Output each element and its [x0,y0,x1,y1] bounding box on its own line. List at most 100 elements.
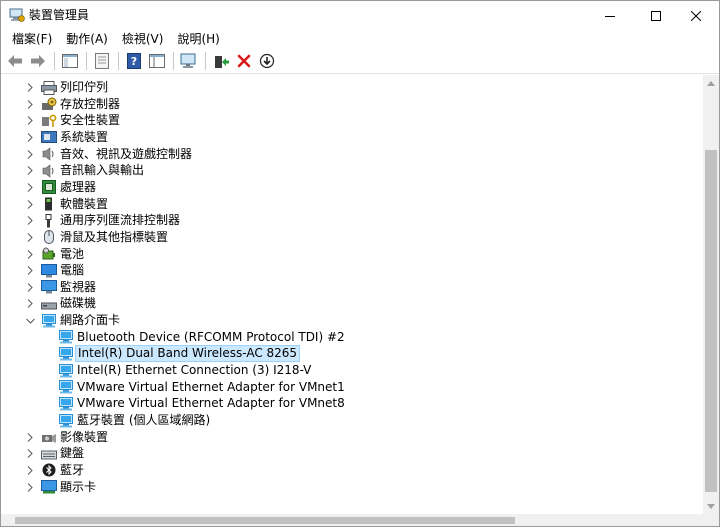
tree-item-label: 電池 [60,246,85,261]
tree-category[interactable]: 電腦 [1,262,701,279]
tree-category[interactable]: 網路介面卡 [1,312,701,329]
show-hide-tree-button[interactable] [60,51,80,71]
scan-hardware-button[interactable] [179,51,199,71]
back-button[interactable] [5,51,25,71]
tree-category[interactable]: 系統裝置 [1,129,701,146]
tree-item-label: VMware Virtual Ethernet Adapter for VMne… [77,379,345,394]
tree-device[interactable]: 藍牙裝置 (個人區域網路) [1,412,701,429]
scroll-up-icon[interactable] [703,75,719,91]
show-hide-tree-icon [62,54,78,68]
chevron-down-icon[interactable] [24,312,36,329]
help-icon: ? [127,53,141,69]
tree-item-label: 網路介面卡 [60,313,121,328]
tree-category[interactable]: 安全性裝置 [1,112,701,129]
tree-item-label: Bluetooth Device (RFCOMM Protocol TDI) #… [77,329,345,344]
chevron-right-icon[interactable] [24,96,36,113]
usb-icon [41,212,57,229]
chevron-right-icon[interactable] [24,246,36,263]
chevron-right-icon[interactable] [24,295,36,312]
forward-button[interactable] [28,51,48,71]
chevron-right-icon[interactable] [24,162,36,179]
tree-category[interactable]: 藍牙 [1,462,701,479]
menu-view[interactable]: 檢視(V) [115,30,171,49]
view-button[interactable] [147,51,167,71]
tree-category[interactable]: 影像裝置 [1,429,701,446]
tree-item-label: 音訊輸入與輸出 [60,163,145,178]
tree-item-label: 藍牙裝置 (個人區域網路) [77,413,211,427]
chevron-right-icon[interactable] [24,129,36,146]
tree-category[interactable]: 電池 [1,246,701,263]
tree-category[interactable]: 列印佇列 [1,79,701,96]
back-arrow-icon [8,55,22,67]
tree-category[interactable]: 磁碟機 [1,295,701,312]
speaker-icon [41,146,57,163]
tree-category[interactable]: 音訊輸入與輸出 [1,162,701,179]
uninstall-icon [237,54,251,68]
chevron-right-icon[interactable] [24,79,36,96]
device-tree[interactable]: 列印佇列 存放控制器安全性裝置 系統裝置 音效、視訊及遊戲控制器 音訊輸入與輸出 處理器軟… [1,75,703,514]
toolbar-separator [205,52,206,70]
tree-item-label: 磁碟機 [60,296,97,311]
chevron-right-icon[interactable] [24,179,36,196]
menu-action[interactable]: 動作(A) [59,30,115,49]
close-icon [691,10,701,21]
scrollbar-corner [703,514,719,526]
network-adapter-icon [58,412,74,429]
chevron-right-icon[interactable] [24,112,36,129]
tree-item-label: 安全性裝置 [60,113,121,128]
help-button[interactable]: ? [124,51,144,71]
keyboard-icon [41,445,57,462]
update-driver-button[interactable] [211,51,231,71]
horizontal-scroll-thumb[interactable] [15,517,515,524]
close-button[interactable] [673,1,719,30]
chevron-right-icon[interactable] [24,212,36,229]
tree-category[interactable]: 鍵盤 [1,445,701,462]
tree-item-label: 監視器 [60,279,97,294]
tree-item-label: 鍵盤 [60,446,85,461]
tree-device[interactable]: Bluetooth Device (RFCOMM Protocol TDI) #… [1,329,701,346]
chevron-right-icon[interactable] [24,479,36,496]
menu-help[interactable]: 說明(H) [170,30,226,49]
chevron-right-icon[interactable] [24,196,36,213]
computer-icon [41,262,57,279]
disable-device-button[interactable] [257,51,277,71]
chevron-right-icon[interactable] [24,279,36,296]
forward-arrow-icon [31,55,45,67]
tree-category[interactable]: 監視器 [1,279,701,296]
tree-category[interactable]: 音效、視訊及遊戲控制器 [1,146,701,163]
tree-category[interactable]: 存放控制器 [1,96,701,113]
uninstall-button[interactable] [234,51,254,71]
tree-device[interactable]: Intel(R) Ethernet Connection (3) I218-V [1,362,701,379]
chevron-right-icon[interactable] [24,229,36,246]
tree-item-label: 滑鼠及其他指標裝置 [60,229,169,244]
menu-bar: 檔案(F) 動作(A) 檢視(V) 說明(H) [1,30,719,49]
network-adapter-icon [58,362,74,379]
tree-category[interactable]: 處理器 [1,179,701,196]
printer-icon [41,79,57,96]
tree-category[interactable]: 通用序列匯流排控制器 [1,212,701,229]
scroll-down-icon[interactable] [703,498,719,514]
vertical-scroll-thumb[interactable] [705,150,717,492]
tree-device[interactable]: Intel(R) Dual Band Wireless-AC 8265 [1,345,701,363]
tree-device[interactable]: VMware Virtual Ethernet Adapter for VMne… [1,395,701,412]
chevron-right-icon[interactable] [24,462,36,479]
tree-device[interactable]: VMware Virtual Ethernet Adapter for VMne… [1,379,701,396]
tree-item-label: Intel(R) Dual Band Wireless-AC 8265 [75,345,301,363]
scan-hardware-icon [180,53,196,68]
tree-item-label: 存放控制器 [60,96,121,111]
tree-category[interactable]: 顯示卡 [1,479,701,496]
menu-file[interactable]: 檔案(F) [5,30,59,49]
device-manager-icon [9,8,25,23]
title-bar[interactable]: 裝置管理員 [1,1,719,30]
chevron-right-icon[interactable] [24,445,36,462]
tree-category[interactable]: 軟體裝置 [1,196,701,213]
tree-category[interactable]: 滑鼠及其他指標裝置 [1,229,701,246]
vertical-scrollbar[interactable] [703,75,719,514]
chevron-right-icon[interactable] [24,429,36,446]
properties-button[interactable] [92,51,112,71]
chevron-right-icon[interactable] [24,262,36,279]
horizontal-scrollbar[interactable] [1,514,703,526]
toolbar-separator [86,52,87,70]
chevron-right-icon[interactable] [24,146,36,163]
minimize-button[interactable] [587,1,633,30]
